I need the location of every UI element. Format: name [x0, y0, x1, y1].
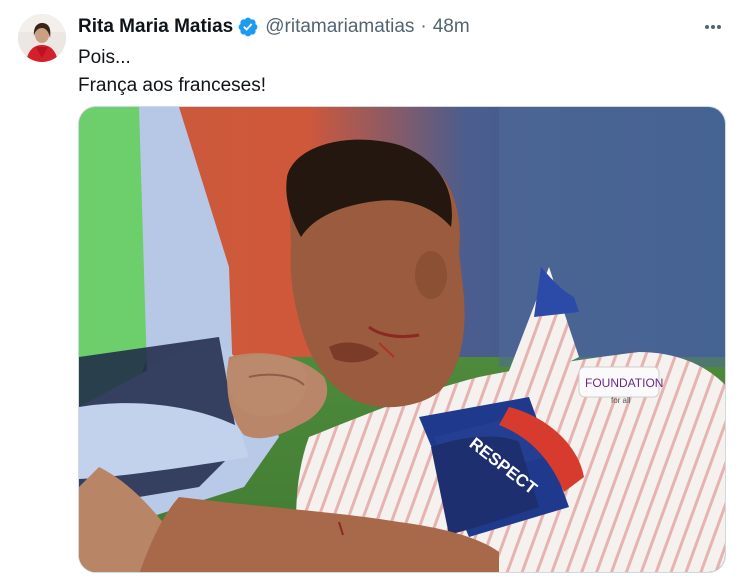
media-photo: FOUNDATION for all RESPECT [79, 107, 725, 572]
tweet-text-line-2: França aos franceses! [78, 75, 266, 96]
avatar[interactable] [18, 14, 66, 62]
tweet-text: Pois... França aos franceses! [78, 44, 266, 100]
separator-dot: · [420, 16, 427, 37]
tweet-text-line-1: Pois... [78, 47, 131, 68]
avatar-image [18, 14, 66, 62]
verified-badge-icon [238, 17, 258, 37]
tweet-header: Rita Maria Matias @ritamariamatias · 48m [78, 14, 728, 40]
timestamp[interactable]: 48m [433, 16, 470, 38]
patch-sub-text: for all [611, 396, 631, 405]
patch-text: FOUNDATION [585, 376, 663, 390]
display-name[interactable]: Rita Maria Matias [78, 16, 233, 38]
more-options-button[interactable] [700, 14, 726, 40]
more-options-icon [705, 25, 721, 29]
tweet-card[interactable]: Rita Maria Matias @ritamariamatias · 48m… [0, 0, 742, 585]
handle[interactable]: @ritamariamatias [265, 16, 414, 38]
tweet-media-image[interactable]: FOUNDATION for all RESPECT [78, 106, 726, 573]
